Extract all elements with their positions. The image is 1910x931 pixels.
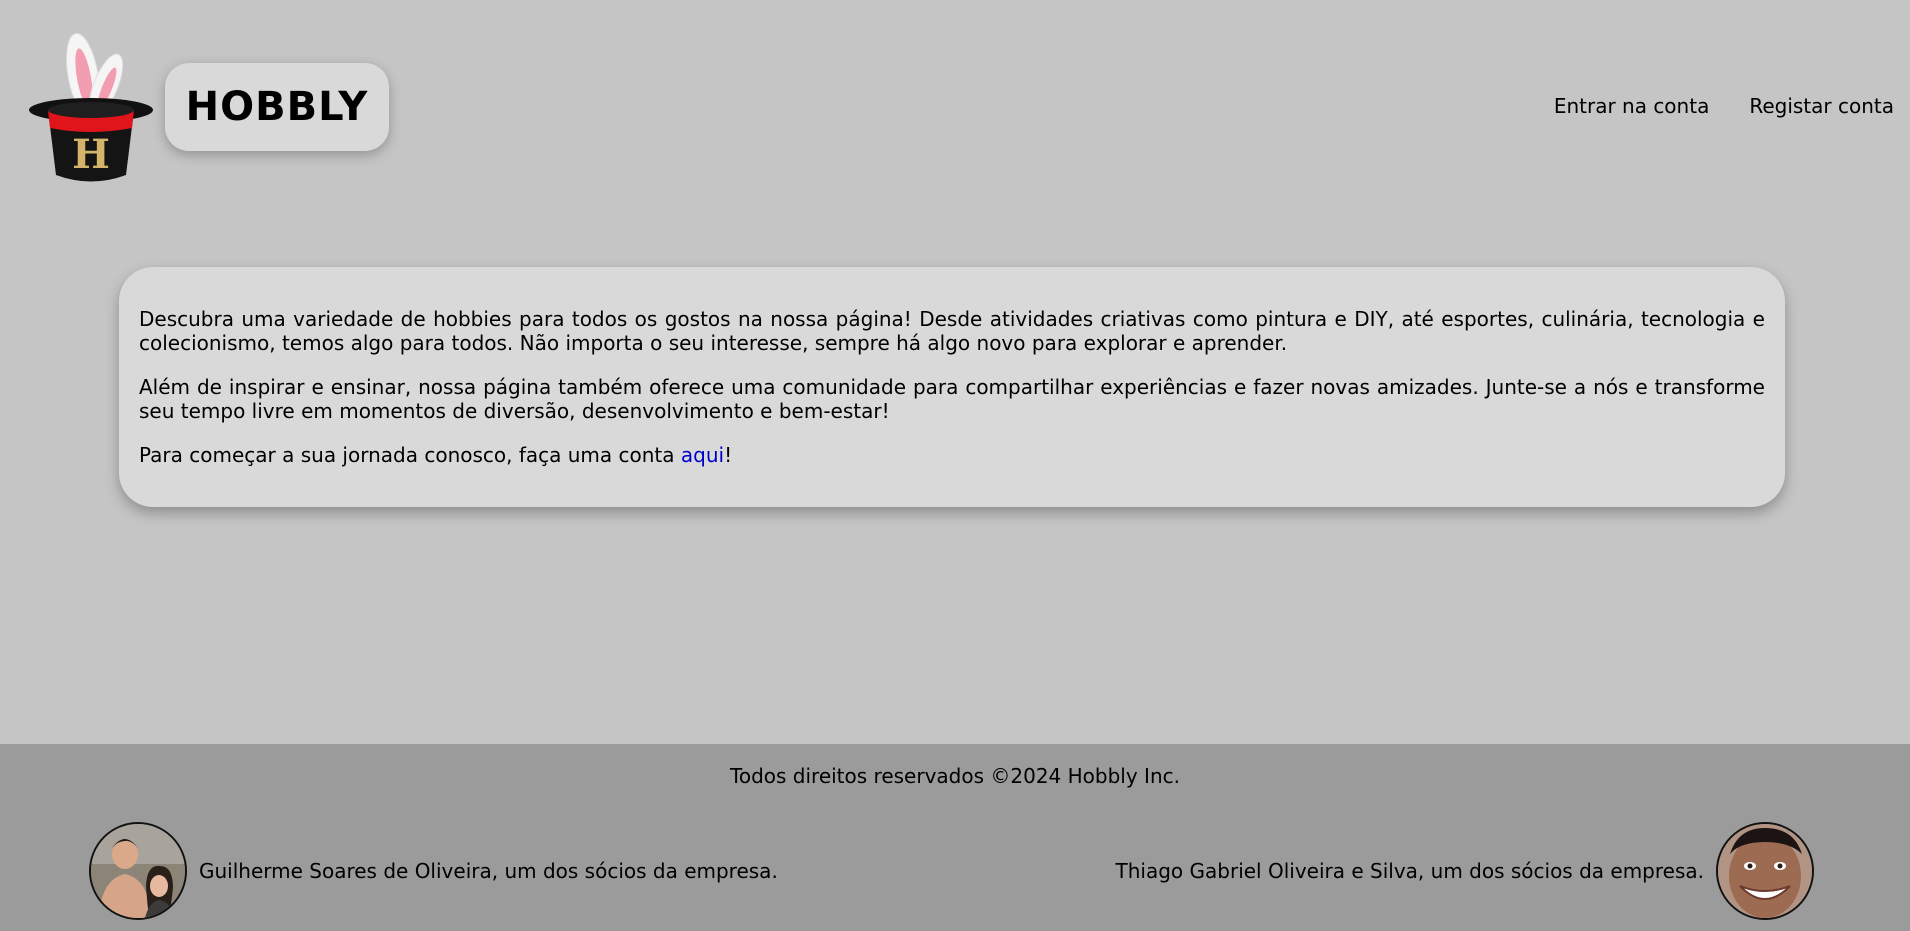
signup-link[interactable]: aqui	[681, 443, 724, 467]
footer: Todos direitos reservados ©2024 Hobbly I…	[0, 744, 1910, 931]
login-link[interactable]: Entrar na conta	[1554, 94, 1710, 118]
svg-text:H: H	[72, 131, 110, 178]
brand-name: HOBBLY	[185, 84, 369, 130]
partner-right: Thiago Gabriel Oliveira e Silva, um dos …	[1116, 822, 1814, 920]
partner-left: Guilherme Soares de Oliveira, um dos sóc…	[89, 822, 778, 920]
brand-box[interactable]: HOBBLY	[165, 63, 389, 151]
register-link[interactable]: Registar conta	[1749, 94, 1894, 118]
copyright-text: Todos direitos reservados ©2024 Hobbly I…	[730, 764, 1180, 788]
partner-left-caption: Guilherme Soares de Oliveira, um dos sóc…	[199, 859, 778, 883]
intro-paragraph-3: Para começar a sua jornada conosco, faça…	[139, 443, 1765, 467]
signup-prompt-text: Para começar a sua jornada conosco, faça…	[139, 443, 681, 467]
hobbly-logo[interactable]: H	[28, 30, 154, 186]
intro-paragraph-2: Além de inspirar e ensinar, nossa página…	[139, 375, 1765, 423]
intro-paragraph-1: Descubra uma variedade de hobbies para t…	[139, 307, 1765, 355]
intro-card: Descubra uma variedade de hobbies para t…	[119, 267, 1785, 507]
partner-right-caption: Thiago Gabriel Oliveira e Silva, um dos …	[1115, 859, 1704, 883]
header: H HOBBLY Entrar na conta Registar conta	[0, 0, 1910, 200]
partner-right-avatar	[1716, 822, 1814, 920]
top-nav: Entrar na conta Registar conta	[1554, 94, 1894, 118]
signup-prompt-suffix: !	[724, 443, 733, 467]
partner-left-avatar	[89, 822, 187, 920]
